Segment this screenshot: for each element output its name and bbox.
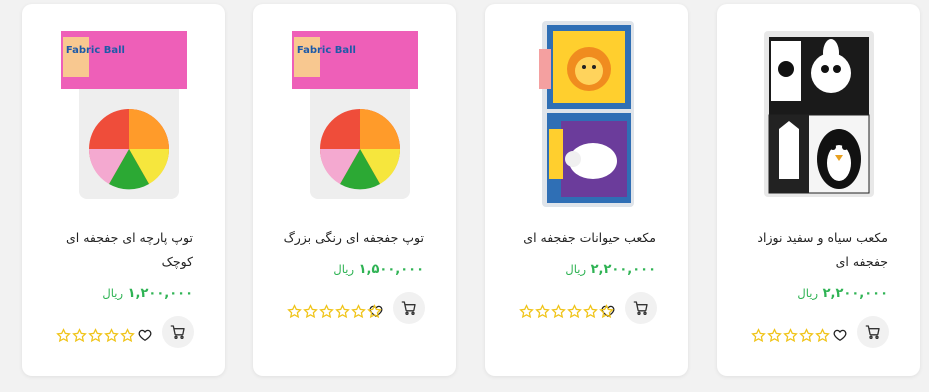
price-value: ۲,۲۰۰,۰۰۰ (822, 286, 888, 301)
currency-label: ریال (565, 262, 587, 276)
star-icon (799, 328, 814, 343)
product-image[interactable] (717, 14, 920, 214)
product-card[interactable]: Fabric Ball توپ پارچه ای جفجفه ای کوچک ۱… (22, 4, 225, 376)
price-value: ۱,۲۰۰,۰۰۰ (127, 286, 193, 301)
add-to-cart-button[interactable] (393, 292, 425, 324)
star-icon (72, 328, 87, 343)
product-price: ۲,۲۰۰,۰۰۰ ریال (793, 286, 888, 301)
product-image[interactable]: Fabric Ball (253, 14, 456, 214)
wishlist-heart-icon[interactable] (833, 328, 847, 342)
product-image[interactable] (485, 14, 688, 214)
price-value: ۲,۲۰۰,۰۰۰ (590, 262, 656, 277)
black-white-cubes-image (763, 31, 874, 197)
star-icon (120, 328, 135, 343)
fabric-ball-large-image: Fabric Ball (291, 31, 418, 199)
fabric-ball-small-image: Fabric Ball (60, 31, 187, 199)
add-to-cart-button[interactable] (857, 316, 889, 348)
currency-label: ریال (797, 286, 819, 300)
add-to-cart-button[interactable] (625, 292, 657, 324)
package-brand-text: Fabric Ball (296, 45, 355, 56)
star-icon (783, 328, 798, 343)
add-to-cart-button[interactable] (162, 316, 194, 348)
star-icon (535, 304, 550, 319)
product-price: ۱,۵۰۰,۰۰۰ ریال (329, 262, 424, 277)
package-brand-text: Fabric Ball (65, 45, 124, 56)
star-icon (335, 304, 350, 319)
star-icon (351, 304, 366, 319)
cart-icon (401, 301, 416, 315)
rating-stars (287, 304, 382, 319)
star-icon (751, 328, 766, 343)
star-icon (287, 304, 302, 319)
product-card[interactable]: Fabric Ball توپ جفجفه ای رنگی بزرگ ۱,۵۰۰… (253, 4, 456, 376)
rating-stars (56, 328, 135, 343)
product-card[interactable]: مکعب حیوانات جفجفه ای ۲,۲۰۰,۰۰۰ ریال (485, 4, 688, 376)
rating-stars (519, 304, 614, 319)
star-icon (367, 304, 382, 319)
star-icon (319, 304, 334, 319)
product-title[interactable]: مکعب سیاه و سفید نوزاد جفجفه ای (738, 226, 888, 274)
star-icon (104, 328, 119, 343)
star-icon (519, 304, 534, 319)
star-icon (303, 304, 318, 319)
product-title[interactable]: مکعب حیوانات جفجفه ای (506, 226, 656, 250)
product-card[interactable]: مکعب سیاه و سفید نوزاد جفجفه ای ۲,۲۰۰,۰۰… (717, 4, 920, 376)
cart-icon (170, 325, 185, 339)
cart-icon (633, 301, 648, 315)
star-icon (583, 304, 598, 319)
currency-label: ریال (102, 286, 124, 300)
product-image[interactable]: Fabric Ball (22, 14, 225, 214)
product-price: ۱,۲۰۰,۰۰۰ ریال (98, 286, 193, 301)
product-price: ۲,۲۰۰,۰۰۰ ریال (561, 262, 656, 277)
product-grid: مکعب سیاه و سفید نوزاد جفجفه ای ۲,۲۰۰,۰۰… (0, 0, 929, 392)
wishlist-heart-icon[interactable] (138, 328, 152, 342)
star-icon (88, 328, 103, 343)
star-icon (551, 304, 566, 319)
star-icon (767, 328, 782, 343)
cart-icon (865, 325, 880, 339)
star-icon (56, 328, 71, 343)
star-icon (815, 328, 830, 343)
rating-stars (751, 328, 830, 343)
product-title[interactable]: توپ جفجفه ای رنگی بزرگ (274, 226, 424, 250)
product-title[interactable]: توپ پارچه ای جفجفه ای کوچک (43, 226, 193, 274)
star-icon (599, 304, 614, 319)
animal-cubes-image (538, 21, 634, 207)
price-value: ۱,۵۰۰,۰۰۰ (358, 262, 424, 277)
currency-label: ریال (333, 262, 355, 276)
star-icon (567, 304, 582, 319)
